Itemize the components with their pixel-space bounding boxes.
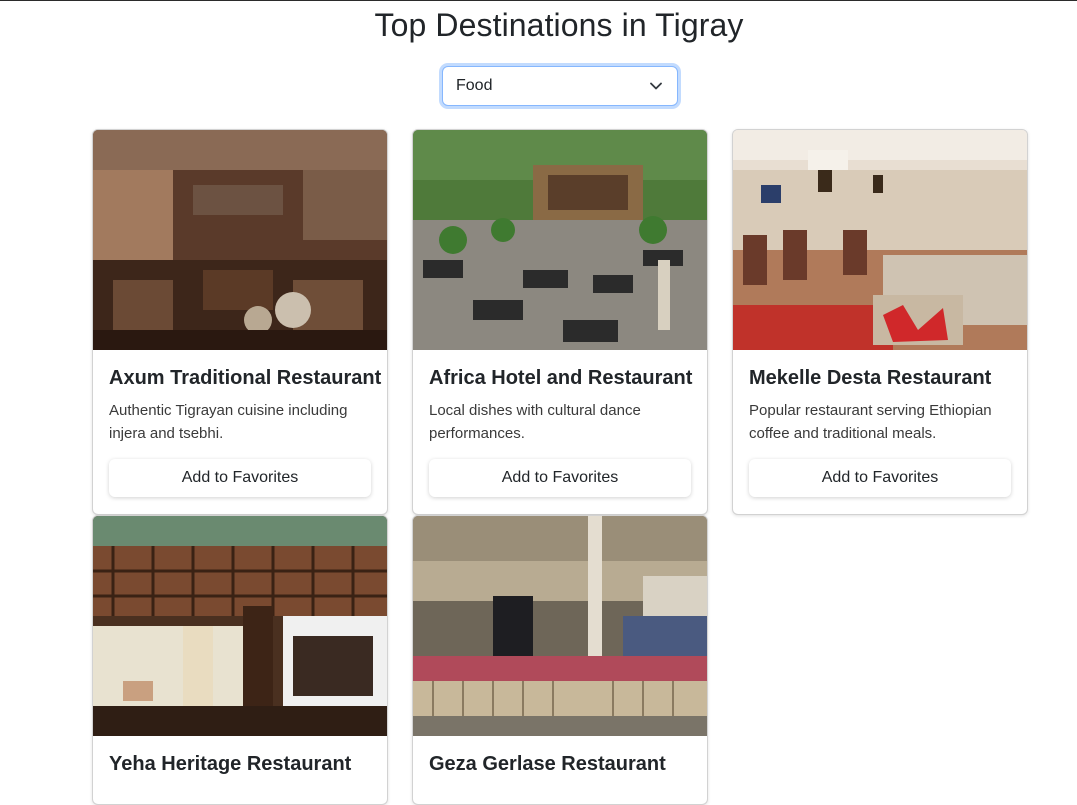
category-select-value: Food bbox=[456, 77, 493, 94]
card-description: Popular restaurant serving Ethiopian cof… bbox=[749, 402, 992, 442]
add-to-favorites-button[interactable]: Add to Favorites bbox=[109, 459, 371, 497]
restaurant-card: Yeha Heritage Restaurant bbox=[92, 515, 388, 805]
window-top-border bbox=[0, 0, 1077, 1]
card-title: Mekelle Desta Restaurant bbox=[749, 367, 992, 389]
card-description: Authentic Tigrayan cuisine including inj… bbox=[109, 402, 348, 442]
restaurant-photo bbox=[413, 130, 707, 350]
card-title: Africa Hotel and Restaurant bbox=[429, 367, 693, 389]
restaurant-card: Axum Traditional Restaurant Authentic Ti… bbox=[92, 129, 388, 515]
restaurant-card: Mekelle Desta Restaurant Popular restaur… bbox=[732, 129, 1028, 515]
card-title: Yeha Heritage Restaurant bbox=[109, 753, 352, 775]
restaurant-photo bbox=[733, 130, 1027, 350]
add-to-favorites-button[interactable]: Add to Favorites bbox=[749, 459, 1011, 497]
restaurant-photo bbox=[93, 516, 387, 736]
chevron-down-icon bbox=[649, 79, 663, 93]
restaurant-photo bbox=[413, 516, 707, 736]
card-title: Axum Traditional Restaurant bbox=[109, 367, 382, 389]
restaurant-card: Geza Gerlase Restaurant bbox=[412, 515, 708, 805]
restaurant-photo bbox=[93, 130, 387, 350]
category-select[interactable]: Food bbox=[442, 66, 678, 106]
page-title: Top Destinations in Tigray bbox=[374, 7, 744, 43]
add-to-favorites-button[interactable]: Add to Favorites bbox=[429, 459, 691, 497]
restaurant-card: Africa Hotel and Restaurant Local dishes… bbox=[412, 129, 708, 515]
card-title: Geza Gerlase Restaurant bbox=[429, 753, 666, 775]
card-description: Local dishes with cultural dance perform… bbox=[429, 402, 641, 442]
